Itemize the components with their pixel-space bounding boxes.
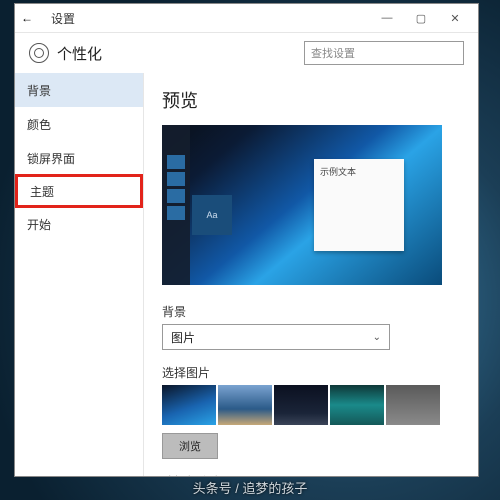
settings-window: ← 设置 — ▢ ✕ 个性化 查找设置 背景 颜色 锁屏界面 主题 开始 — [14, 3, 479, 477]
sidebar-item-colors[interactable]: 颜色 — [15, 107, 143, 141]
sidebar-item-start[interactable]: 开始 — [15, 207, 143, 241]
background-dropdown[interactable]: 图片 ⌄ — [162, 324, 390, 350]
sidebar-item-lockscreen[interactable]: 锁屏界面 — [15, 141, 143, 175]
thumbnail[interactable] — [162, 385, 216, 425]
browse-button[interactable]: 浏览 — [162, 433, 218, 459]
image-thumbnails — [162, 385, 460, 425]
header: 个性化 查找设置 — [15, 33, 478, 73]
search-input[interactable]: 查找设置 — [304, 41, 464, 65]
minimize-icon[interactable]: — — [370, 7, 404, 29]
preview-taskbar — [162, 125, 190, 285]
page-title: 个性化 — [57, 43, 102, 64]
thumbnail[interactable] — [386, 385, 440, 425]
chevron-down-icon: ⌄ — [373, 332, 381, 343]
sidebar-item-label: 主题 — [30, 183, 54, 200]
thumbnail[interactable] — [218, 385, 272, 425]
titlebar: ← 设置 — ▢ ✕ — [15, 4, 478, 33]
preview-sample-window: 示例文本 — [314, 159, 404, 251]
choose-image-label: 选择图片 — [162, 364, 460, 381]
sidebar-item-label: 背景 — [27, 82, 51, 99]
sidebar: 背景 颜色 锁屏界面 主题 开始 — [15, 73, 144, 476]
preview-heading: 预览 — [162, 87, 460, 113]
sidebar-item-label: 颜色 — [27, 116, 51, 133]
desktop: ← 设置 — ▢ ✕ 个性化 查找设置 背景 颜色 锁屏界面 主题 开始 — [0, 0, 500, 500]
sidebar-item-label: 开始 — [27, 216, 51, 233]
thumbnail[interactable] — [274, 385, 328, 425]
search-placeholder: 查找设置 — [311, 45, 355, 61]
background-label: 背景 — [162, 303, 460, 320]
sidebar-item-themes[interactable]: 主题 — [15, 174, 143, 208]
maximize-icon[interactable]: ▢ — [404, 7, 438, 29]
preview-tile: Aa — [192, 195, 232, 235]
dropdown-value: 图片 — [171, 329, 195, 346]
nav-controls: ← 设置 — [21, 10, 75, 27]
browse-label: 浏览 — [179, 438, 201, 454]
close-icon[interactable]: ✕ — [438, 7, 472, 29]
preview-sample-text: 示例文本 — [320, 167, 356, 177]
window-title: 设置 — [51, 10, 75, 27]
fit-label: 选择契合度 — [162, 473, 460, 476]
sidebar-item-label: 锁屏界面 — [27, 150, 75, 167]
gear-icon — [29, 43, 49, 63]
sidebar-item-background[interactable]: 背景 — [15, 73, 143, 107]
watermark: 头条号 / 追梦的孩子 — [0, 478, 500, 497]
thumbnail[interactable] — [330, 385, 384, 425]
content-pane: 预览 Aa 示例文本 背景 图片 ⌄ 选择图片 — [144, 73, 478, 476]
preview-image: Aa 示例文本 — [162, 125, 442, 285]
back-icon[interactable]: ← — [21, 11, 33, 25]
